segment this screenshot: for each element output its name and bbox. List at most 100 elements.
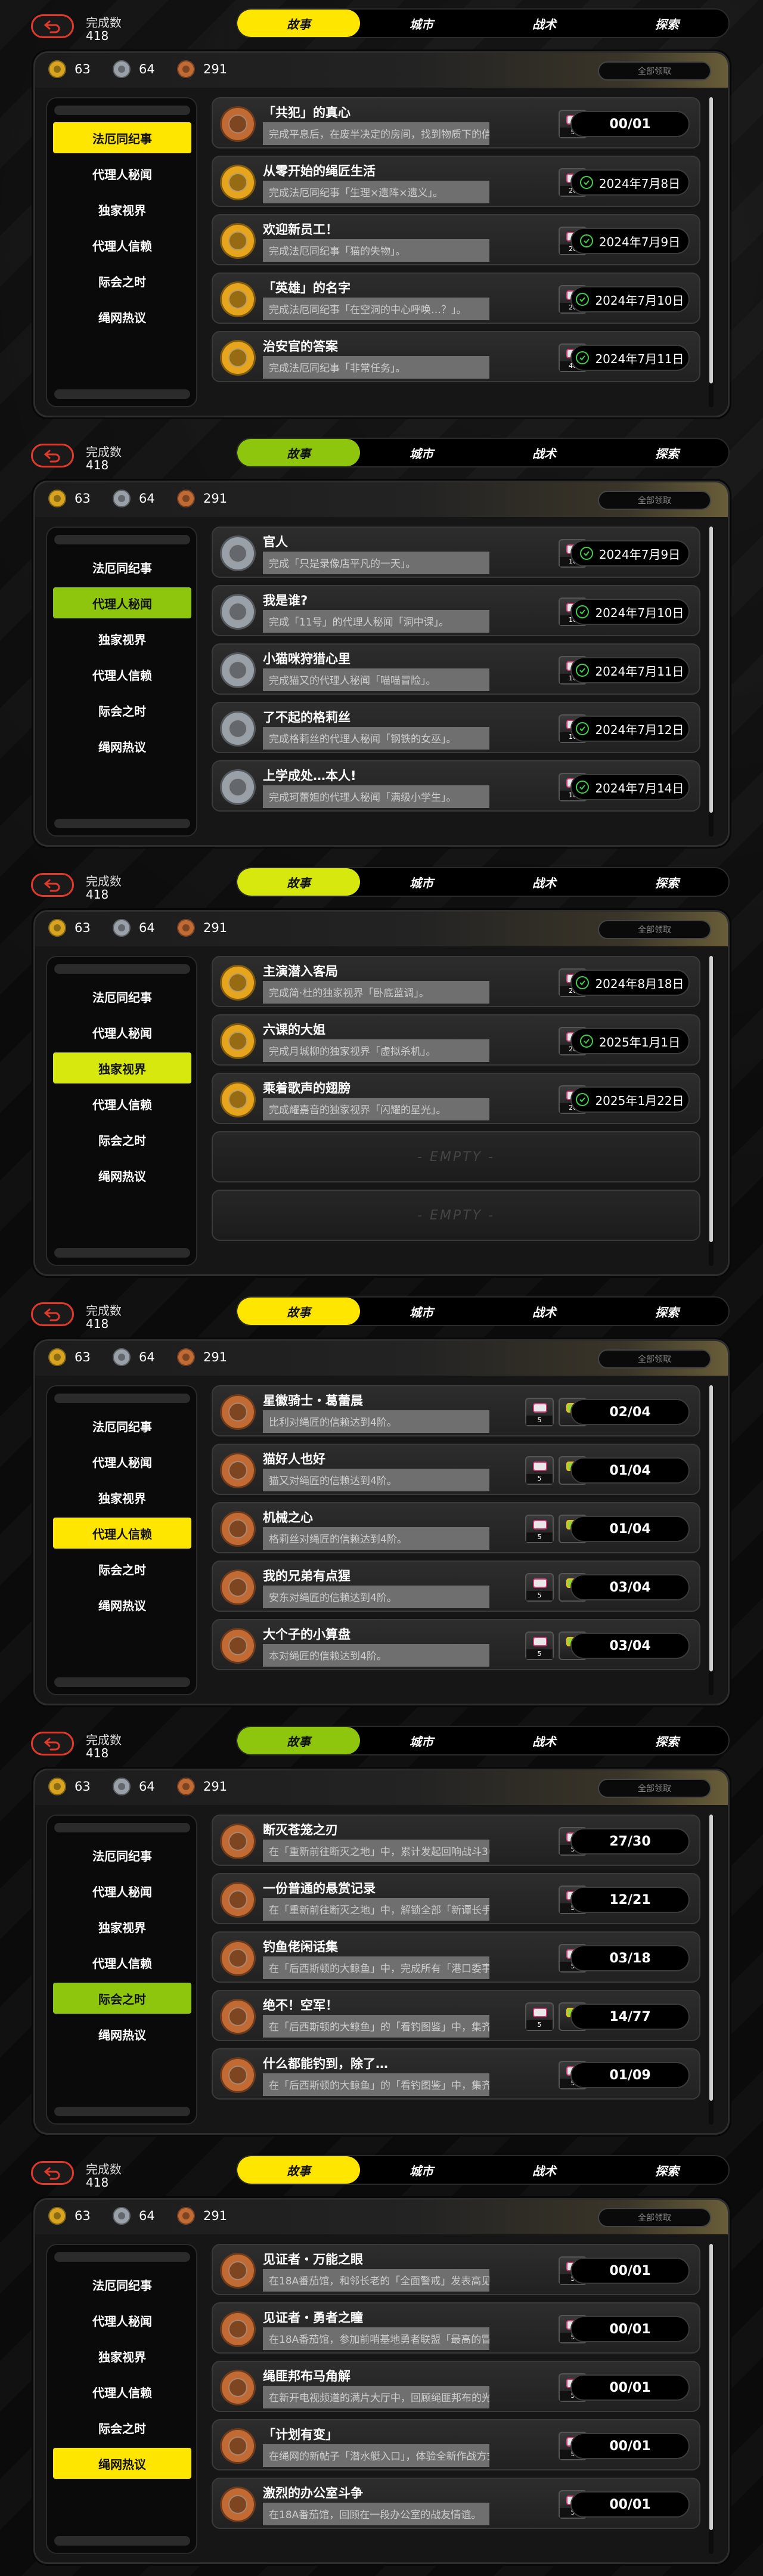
tab-0[interactable]: 故事 [237,439,360,466]
tab-2[interactable]: 战术 [483,868,606,896]
achievement-row[interactable]: 什么都能钓到，除了…在「后西斯顿的大鲸鱼」的「看钓图鉴」中，集齐所有杂物。501… [212,2048,700,2100]
sidebar-item-1[interactable]: 代理人秘闻 [53,587,191,618]
tab-0[interactable]: 故事 [237,1298,360,1325]
sidebar-item-3[interactable]: 代理人信赖 [53,1947,191,1978]
achievement-row[interactable]: 见证者・勇者之瞳在18A番茄馆，参加前哨基地勇者联盟「最高的冒险」。500/01 [212,2302,700,2354]
back-button[interactable] [31,14,74,38]
achievement-row[interactable]: 我是谁?完成「11号」的代理人秘闻「洞中课」。102024年7月10日 [212,585,700,636]
sidebar-item-5[interactable]: 绳网热议 [53,301,191,332]
achievement-row[interactable]: 钓鱼佬闲话集在「后西斯顿的大鲸鱼」中，完成所有「港口委事」。503/18 [212,1931,700,1983]
back-button[interactable] [31,1302,74,1326]
sidebar-item-0[interactable]: 法厄同纪事 [53,2269,191,2300]
sidebar-item-2[interactable]: 独家视界 [53,1482,191,1513]
sidebar-item-4[interactable]: 际会之时 [53,1553,191,1584]
claim-all-button[interactable]: 全部领取 [598,491,711,510]
tab-3[interactable]: 探索 [606,868,728,896]
scrollbar-thumb[interactable] [709,1815,713,2101]
sidebar-item-1[interactable]: 代理人秘闻 [53,158,191,189]
achievement-row[interactable]: 断灭苍笼之刃在「重新前往断灭之地」中，累计发起回响战斗30次。527/30 [212,1815,700,1866]
back-button[interactable] [31,444,74,467]
achievement-row[interactable]: 欢迎新员工！完成法厄同纪事「猫的失物」。202024年7月9日 [212,214,700,265]
tab-0[interactable]: 故事 [237,1727,360,1754]
achievement-row[interactable]: 我的兄弟有点猩 安东对绳匠的信赖达到4阶。 5 03/04 [212,1561,700,1612]
tab-0[interactable]: 故事 [237,2156,360,2184]
sidebar-item-5[interactable]: 绳网热议 [53,730,191,761]
sidebar-item-4[interactable]: 际会之时 [53,1124,191,1155]
back-button[interactable] [31,1732,74,1755]
tab-3[interactable]: 探索 [606,1298,728,1325]
sidebar-item-3[interactable]: 代理人信赖 [53,1088,191,1119]
back-button[interactable] [31,2161,74,2185]
list-scrollbar[interactable] [709,2244,714,2554]
achievement-row[interactable]: 见证者・万能之眼在18A番茄馆，和邻长老的「全面警戒」发表高见。500/01 [212,2244,700,2295]
list-scrollbar[interactable] [709,527,714,837]
scrollbar-thumb[interactable] [709,527,713,813]
achievement-row[interactable]: 六课的大姐完成月城柳的独家视界「虚拟杀机」。202025年1月1日 [212,1014,700,1066]
achievement-row[interactable]: 机械之心 格莉丝对绳匠的信赖达到4阶。 5 01/04 [212,1502,700,1553]
scrollbar-thumb[interactable] [709,1385,713,1671]
list-scrollbar[interactable] [709,956,714,1266]
sidebar-item-0[interactable]: 法厄同纪事 [53,1840,191,1871]
achievement-row[interactable]: 小猫咪狩猎心里完成猫又的代理人秘闻「喵喵冒险」。102024年7月11日 [212,643,700,695]
claim-all-button[interactable]: 全部领取 [598,1779,711,1798]
tab-3[interactable]: 探索 [606,2156,728,2184]
sidebar-item-1[interactable]: 代理人秘闻 [53,1875,191,1906]
sidebar-item-5[interactable]: 绳网热议 [53,1160,191,1191]
sidebar-item-4[interactable]: 际会之时 [53,265,191,296]
scrollbar-thumb[interactable] [709,97,713,383]
sidebar-item-1[interactable]: 代理人秘闻 [53,1017,191,1048]
tab-2[interactable]: 战术 [483,1727,606,1754]
sidebar-item-3[interactable]: 代理人信赖 [53,659,191,690]
sidebar-item-2[interactable]: 独家视界 [53,623,191,654]
achievement-row[interactable]: 「计划有变」在绳网的新帖子「潜水艇入口」，体验全新作战方式。500/01 [212,2419,700,2470]
tab-0[interactable]: 故事 [237,10,360,37]
tab-1[interactable]: 城市 [360,439,483,466]
tab-1[interactable]: 城市 [360,10,483,37]
sidebar-item-4[interactable]: 际会之时 [53,695,191,726]
list-scrollbar[interactable] [709,1385,714,1695]
claim-all-button[interactable]: 全部领取 [598,920,711,939]
list-scrollbar[interactable] [709,1815,714,2125]
sidebar-item-3[interactable]: 代理人信赖 [53,1518,191,1549]
scrollbar-thumb[interactable] [709,956,713,1242]
tab-2[interactable]: 战术 [483,2156,606,2184]
achievement-row[interactable]: 了不起的格莉丝完成格莉丝的代理人秘闻「钢铁的女巫」。102024年7月12日 [212,702,700,753]
sidebar-item-1[interactable]: 代理人秘闻 [53,1446,191,1477]
sidebar-item-5[interactable]: 绳网热议 [53,2018,191,2049]
sidebar-item-2[interactable]: 独家视界 [53,2340,191,2371]
back-button[interactable] [31,873,74,897]
achievement-row[interactable]: 绳匪邦布马角解在新开电视频道的满片大厅中，回顾绳匪邦布的光荣事迹。500/01 [212,2361,700,2412]
claim-all-button[interactable]: 全部领取 [598,61,711,80]
tab-3[interactable]: 探索 [606,10,728,37]
achievement-row[interactable]: 绝不！空军！ 在「后西斯顿的大鲸鱼」的「看钓图鉴」中，集齐77条鱼。 5 14/77 [212,1990,700,2041]
claim-all-button[interactable]: 全部领取 [598,1349,711,1368]
achievement-row[interactable]: 一份普通的悬赏记录在「重新前往断灭之地」中，解锁全部「新谭长手记」。512/21 [212,1873,700,1924]
achievement-row[interactable]: 激烈的办公室斗争在18A番茄馆，回顾在一段办公室的战友情谊。500/01 [212,2478,700,2529]
achievement-row[interactable]: 官人完成「只是录像店平凡的一天」。102024年7月9日 [212,527,700,578]
sidebar-item-2[interactable]: 独家视界 [53,194,191,225]
sidebar-item-3[interactable]: 代理人信赖 [53,230,191,261]
achievement-row[interactable]: 大个子的小算盘 本对绳匠的信赖达到4阶。 5 03/04 [212,1619,700,1670]
achievement-row[interactable]: 治安官的答案完成法厄同纪事「非常任务」。402024年7月11日 [212,331,700,382]
sidebar-item-1[interactable]: 代理人秘闻 [53,2305,191,2336]
tab-2[interactable]: 战术 [483,10,606,37]
sidebar-item-4[interactable]: 际会之时 [53,2412,191,2443]
tab-3[interactable]: 探索 [606,1727,728,1754]
tab-2[interactable]: 战术 [483,439,606,466]
sidebar-item-4[interactable]: 际会之时 [53,1983,191,2014]
sidebar-item-3[interactable]: 代理人信赖 [53,2376,191,2407]
tab-1[interactable]: 城市 [360,1727,483,1754]
achievement-row[interactable]: 「共犯」的真心完成平息后，在废半决定的房间，找到物质下的信。500/01 [212,97,700,148]
achievement-row[interactable]: 星徽骑士・葛蕾晨 比利对绳匠的信赖达到4阶。 5 02/04 [212,1385,700,1436]
achievement-row[interactable]: 主演潜入客局完成简·杜的独家视界「卧底蓝调」。202024年8月18日 [212,956,700,1007]
achievement-row[interactable]: 上学成处…本人!完成珂蕾妲的代理人秘闻「满级小学生」。102024年7月14日 [212,760,700,812]
achievement-row[interactable]: 「英雄」的名字完成法厄同纪事「在空洞的中心呼唤…？」。202024年7月10日 [212,273,700,324]
achievement-row[interactable]: 乘着歌声的翅膀完成耀嘉音的独家视界「闪耀的星光」。202025年1月22日 [212,1073,700,1124]
tab-1[interactable]: 城市 [360,1298,483,1325]
sidebar-item-2[interactable]: 独家视界 [53,1911,191,1942]
sidebar-item-0[interactable]: 法厄同纪事 [53,122,191,153]
sidebar-item-2[interactable]: 独家视界 [53,1052,191,1083]
sidebar-item-5[interactable]: 绳网热议 [53,1589,191,1620]
achievement-row[interactable]: 从零开始的绳匠生活完成法厄同纪事「生理×遗阵×遗义」。202024年7月8日 [212,156,700,207]
scrollbar-thumb[interactable] [709,2244,713,2530]
